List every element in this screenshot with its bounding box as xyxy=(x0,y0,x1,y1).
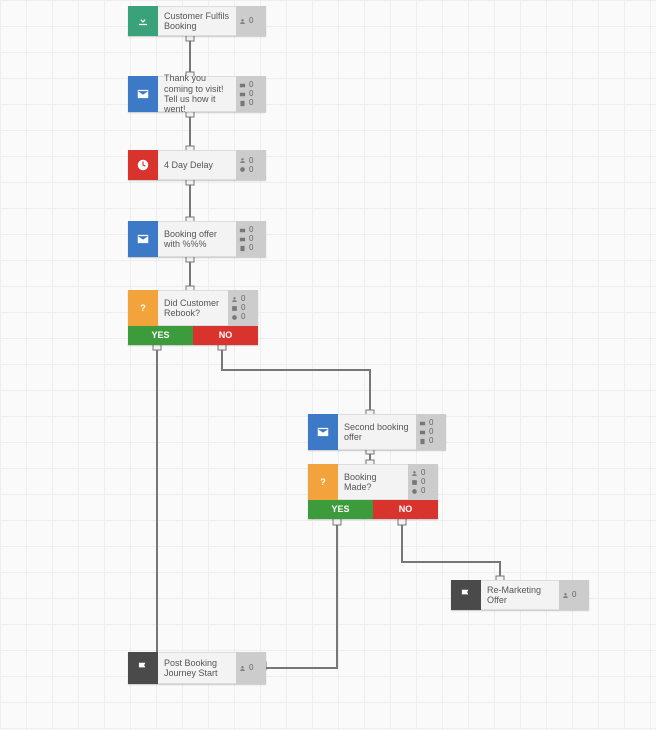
node-stats: 0 0 0 xyxy=(416,414,446,450)
email-icon xyxy=(128,76,158,112)
node-label: Did Customer Rebook? xyxy=(158,290,228,326)
node-label: Booking offer with %%% xyxy=(158,221,236,257)
question-icon: ? xyxy=(128,290,158,326)
svg-text:?: ? xyxy=(140,303,146,313)
node-thank-you-email[interactable]: Thank you coming to visit! Tell us how i… xyxy=(128,76,266,112)
node-label: Thank you coming to visit! Tell us how i… xyxy=(158,76,236,112)
node-did-customer-rebook[interactable]: ? Did Customer Rebook? 0 0 0 xyxy=(128,290,258,326)
node-booking-offer[interactable]: Booking offer with %%% 0 0 0 xyxy=(128,221,266,257)
email-icon xyxy=(128,221,158,257)
node-stats: 0 xyxy=(559,580,589,610)
node-customer-fulfils-booking[interactable]: Customer Fulfils Booking 0 xyxy=(128,6,266,36)
node-label: Second booking offer xyxy=(338,414,416,450)
node-stats: 0 0 xyxy=(236,150,266,180)
node-remarketing-offer[interactable]: Re-Marketing Offer 0 xyxy=(451,580,589,610)
node-post-booking-journey[interactable]: Post Booking Journey Start 0 xyxy=(128,652,266,684)
node-label: Re-Marketing Offer xyxy=(481,580,559,610)
flag-icon xyxy=(451,580,481,610)
branches-booking-made: YES NO xyxy=(308,500,438,519)
download-icon xyxy=(128,6,158,36)
branches-rebook: YES NO xyxy=(128,326,258,345)
branch-no[interactable]: NO xyxy=(193,326,258,345)
node-stats: 0 xyxy=(236,6,266,36)
node-label: Booking Made? xyxy=(338,464,408,500)
node-stats: 0 0 0 xyxy=(228,290,258,326)
connectors-layer xyxy=(0,0,656,730)
email-icon xyxy=(308,414,338,450)
node-stats: 0 0 0 xyxy=(236,221,266,257)
node-label: Post Booking Journey Start xyxy=(158,652,236,684)
node-4-day-delay[interactable]: 4 Day Delay 0 0 xyxy=(128,150,266,180)
flag-icon xyxy=(128,652,158,684)
node-stats: 0 0 0 xyxy=(408,464,438,500)
node-label: 4 Day Delay xyxy=(158,150,236,180)
question-icon: ? xyxy=(308,464,338,500)
node-stats: 0 0 0 xyxy=(236,76,266,112)
clock-icon xyxy=(128,150,158,180)
node-stats: 0 xyxy=(236,652,266,684)
branch-yes[interactable]: YES xyxy=(308,500,373,519)
branch-yes[interactable]: YES xyxy=(128,326,193,345)
svg-text:?: ? xyxy=(320,477,326,487)
node-second-booking-offer[interactable]: Second booking offer 0 0 0 xyxy=(308,414,446,450)
node-booking-made[interactable]: ? Booking Made? 0 0 0 xyxy=(308,464,438,500)
flow-canvas[interactable]: Customer Fulfils Booking 0 Thank you com… xyxy=(0,0,656,730)
branch-no[interactable]: NO xyxy=(373,500,438,519)
node-label: Customer Fulfils Booking xyxy=(158,6,236,36)
